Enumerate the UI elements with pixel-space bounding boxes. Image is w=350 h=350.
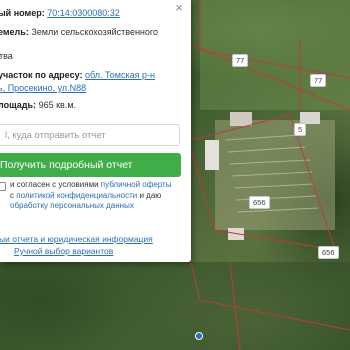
privacy-link[interactable]: политикой конфиденциальности	[16, 191, 137, 200]
area-label: лощадь:	[0, 100, 37, 110]
offer-link[interactable]: публичной оферты	[101, 180, 172, 189]
get-report-button[interactable]: Получить подробный отчет	[0, 153, 181, 177]
usage-text: тва	[0, 51, 13, 61]
address-label: участок по адресу:	[0, 70, 83, 80]
area-row: лощадь: 965 кв.м.	[0, 99, 76, 111]
agreement-text: и согласен с условиями публичной оферты …	[10, 180, 190, 212]
category-label: емель:	[0, 27, 29, 37]
parcel-label: 77	[232, 54, 249, 67]
cadastral-number-link[interactable]: 70:14:0300080:32	[47, 8, 120, 18]
legal-info-link[interactable]: ыи отчета и юридическая информация	[0, 234, 153, 245]
email-field[interactable]	[0, 124, 180, 146]
agree-checkbox[interactable]	[0, 182, 6, 191]
cadastral-label: ый номер:	[0, 8, 45, 18]
agree-text-3: и даю	[139, 190, 162, 200]
parcel-label: 5	[294, 123, 307, 136]
category-row: емель: Земли сельскохозяйственного	[0, 26, 158, 38]
agree-text-2: с	[10, 190, 14, 200]
address-link-cont[interactable]: ь, Просекино, ул.N88	[0, 83, 86, 93]
parcel-label: 77	[310, 74, 327, 87]
address-link[interactable]: обл. Томская р-н	[85, 70, 155, 80]
manual-choice-link[interactable]: Ручной выбор вариантов	[14, 246, 113, 257]
parcel-label: 656	[318, 246, 339, 259]
address-row: участок по адресу: обл. Томская р-н	[0, 69, 155, 81]
category-value: Земли сельскохозяйственного	[31, 27, 158, 37]
parcel-info-panel: × ый номер: 70:14:0300080:32 емель: Земл…	[0, 0, 191, 262]
parcel-label: 656	[249, 196, 270, 209]
area-value: 965 кв.м.	[38, 100, 77, 110]
cadastral-row: ый номер: 70:14:0300080:32	[0, 7, 120, 19]
address-row-2: ь, Просекино, ул.N88	[0, 82, 86, 94]
agree-text-1: и согласен с условиями	[10, 180, 99, 189]
consent-link[interactable]: обработку персональных данных	[10, 201, 134, 210]
close-icon[interactable]: ×	[172, 1, 186, 15]
